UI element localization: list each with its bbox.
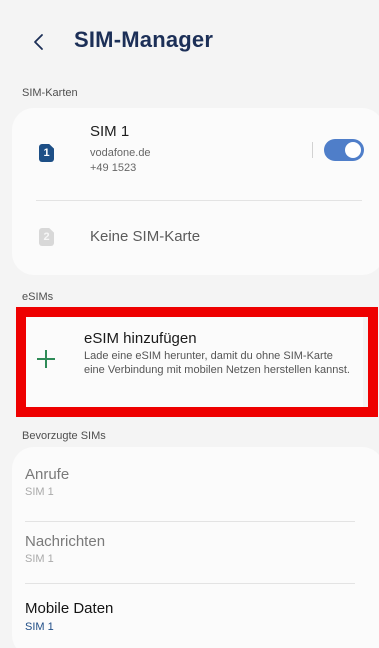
- page-title: SIM-Manager: [74, 27, 214, 52]
- sim2-label: Keine SIM-Karte: [90, 228, 201, 245]
- pref-mobile-data-title: Mobile Daten: [25, 600, 114, 617]
- pref-calls-value: SIM 1: [25, 486, 54, 498]
- toggle-knob: [345, 142, 361, 158]
- sim1-row[interactable]: 1 SIM 1 vodafone.de +49 1523: [12, 108, 379, 198]
- sim1-icon: 1: [39, 144, 54, 162]
- highlight-frame: [16, 307, 378, 417]
- sim1-name: SIM 1: [90, 123, 130, 140]
- app-header: SIM-Manager: [0, 0, 379, 80]
- section-label-preferred: Bevorzugte SIMs: [22, 430, 106, 442]
- sim1-carrier: vodafone.de: [90, 147, 151, 159]
- pref-messages-title: Nachrichten: [25, 533, 106, 550]
- row-divider: [312, 142, 313, 158]
- section-label-esims: eSIMs: [22, 291, 54, 303]
- sim1-badge-number: 1: [43, 147, 50, 159]
- back-button[interactable]: [28, 28, 48, 56]
- sim2-badge-number: 2: [43, 231, 50, 243]
- sim1-toggle[interactable]: [324, 139, 364, 161]
- sim2-icon: 2: [39, 228, 54, 246]
- section-label-sim-cards: SIM-Karten: [22, 87, 78, 99]
- divider: [25, 521, 355, 522]
- sim1-number: +49 1523: [90, 162, 137, 174]
- pref-messages-value: SIM 1: [25, 553, 54, 565]
- pref-calls-title: Anrufe: [25, 466, 70, 483]
- sim2-row: 2 Keine SIM-Karte: [12, 201, 379, 275]
- divider: [25, 583, 355, 584]
- pref-mobile-data-value: SIM 1: [25, 621, 54, 633]
- sim-cards-card: 1 SIM 1 vodafone.de +49 1523 2 Keine SIM…: [12, 108, 379, 275]
- sim-manager-screen: SIM-Manager SIM-Karten 1 SIM 1 vodafone.…: [0, 0, 379, 648]
- chevron-left-icon: [34, 34, 43, 50]
